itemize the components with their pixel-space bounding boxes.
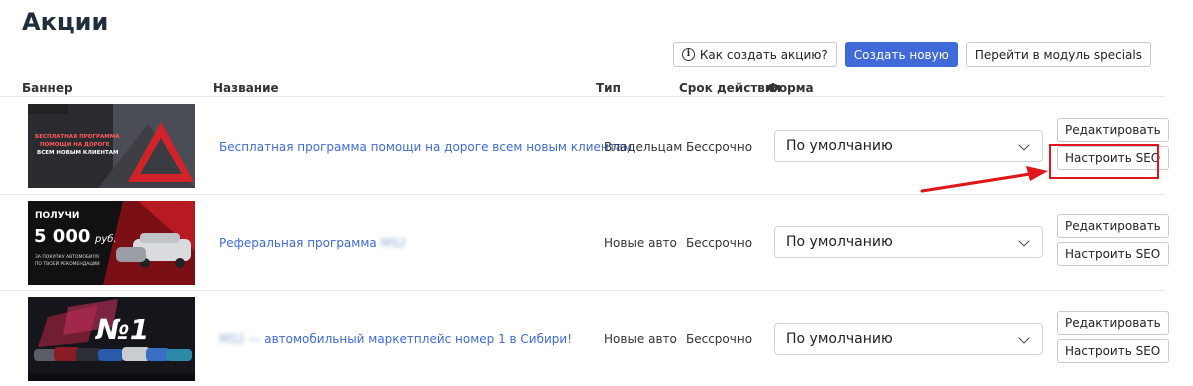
promo-term: Бессрочно [686, 140, 753, 154]
table-row: БЕСПЛАТНАЯ ПРОГРАММА ПОМОЩИ НА ДОРОГЕ ВС… [0, 98, 1169, 195]
seo-button[interactable]: Настроить SEO [1057, 146, 1169, 170]
row-actions: Редактировать Настроить SEO [1057, 311, 1169, 363]
form-select[interactable]: По умолчанию [774, 130, 1043, 162]
promo-type: Новые авто [604, 236, 677, 250]
info-circle-icon: i [681, 48, 695, 61]
promo-name-text: автомобильный маркетплейс номер 1 в Сиби… [264, 332, 573, 346]
row-actions: Редактировать Настроить SEO [1057, 214, 1169, 266]
table-row: ПОЛУЧИ 5 000 руб. ЗА ПОКУПКУ АВТОМОБИЛЯ … [0, 195, 1169, 291]
promo-type: Владельцам [604, 140, 683, 154]
toolbar: i Как создать акцию? Создать новую Перей… [672, 42, 1151, 67]
header-form: Форма [767, 81, 814, 95]
form-select-value: По умолчанию [786, 331, 893, 347]
how-to-create-button[interactable]: i Как создать акцию? [672, 42, 837, 67]
banner-image[interactable]: №1 [28, 297, 195, 381]
promo-name-link[interactable]: Реферальная программа MS2 [219, 236, 406, 250]
banner-text: №1 [94, 313, 149, 346]
header-type: Тип [596, 81, 621, 95]
chevron-down-icon [1018, 235, 1030, 247]
promo-term: Бессрочно [686, 236, 753, 250]
banner-text: руб. [94, 233, 117, 245]
edit-button[interactable]: Редактировать [1057, 311, 1169, 335]
edit-button[interactable]: Редактировать [1057, 118, 1169, 142]
form-select-value: По умолчанию [786, 234, 893, 250]
create-new-button[interactable]: Создать новую [844, 42, 958, 67]
seo-button[interactable]: Настроить SEO [1057, 242, 1169, 266]
chevron-down-icon [1018, 139, 1030, 151]
edit-button[interactable]: Редактировать [1057, 214, 1169, 238]
banner-image[interactable]: БЕСПЛАТНАЯ ПРОГРАММА ПОМОЩИ НА ДОРОГЕ ВС… [28, 104, 195, 188]
page-title: Акции [22, 8, 109, 36]
promo-name-link[interactable]: MS2 — автомобильный маркетплейс номер 1 … [219, 332, 572, 346]
form-select[interactable]: По умолчанию [774, 323, 1043, 355]
header-banner: Баннер [22, 81, 73, 95]
banner-text: 5 000 [34, 226, 90, 247]
banner-text: ПОМОЩИ НА ДОРОГЕ [40, 142, 110, 148]
promo-name-text: Реферальная программа [219, 236, 377, 250]
promo-name-blurred: MS2 [380, 236, 407, 250]
header-term: Срок действия [679, 81, 781, 95]
header-name: Название [213, 81, 279, 95]
banner-text: ЗА ПОКУПКУ АВТОМОБИЛЯ [35, 254, 99, 260]
promo-term: Бессрочно [686, 332, 753, 346]
how-to-create-label: Как создать акцию? [699, 47, 828, 62]
form-select-value: По умолчанию [786, 138, 893, 154]
banner-image[interactable]: ПОЛУЧИ 5 000 руб. ЗА ПОКУПКУ АВТОМОБИЛЯ … [28, 201, 195, 285]
form-select[interactable]: По умолчанию [774, 226, 1043, 258]
seo-button[interactable]: Настроить SEO [1057, 339, 1169, 363]
banner-text: ПО ТВОЕЙ РЕКОМЕНДАЦИИ [35, 260, 100, 267]
goto-specials-button[interactable]: Перейти в модуль specials [965, 42, 1151, 67]
promo-type: Новые авто [604, 332, 677, 346]
table-header: Баннер Название Тип Срок действия Форма [0, 81, 1165, 97]
table-row: №1 MS2 — автомобильный маркетплейс номер… [0, 291, 1169, 386]
banner-text: БЕСПЛАТНАЯ ПРОГРАММА [35, 134, 120, 140]
banner-text: ПОЛУЧИ [35, 211, 79, 221]
promo-name-blurred: MS2 — [219, 332, 261, 346]
row-actions: Редактировать Настроить SEO [1057, 118, 1169, 170]
banner-text: ВСЕМ НОВЫМ КЛИЕНТАМ [37, 150, 118, 156]
chevron-down-icon [1018, 332, 1030, 344]
promo-name-link[interactable]: Бесплатная программа помощи на дороге вс… [219, 140, 632, 154]
